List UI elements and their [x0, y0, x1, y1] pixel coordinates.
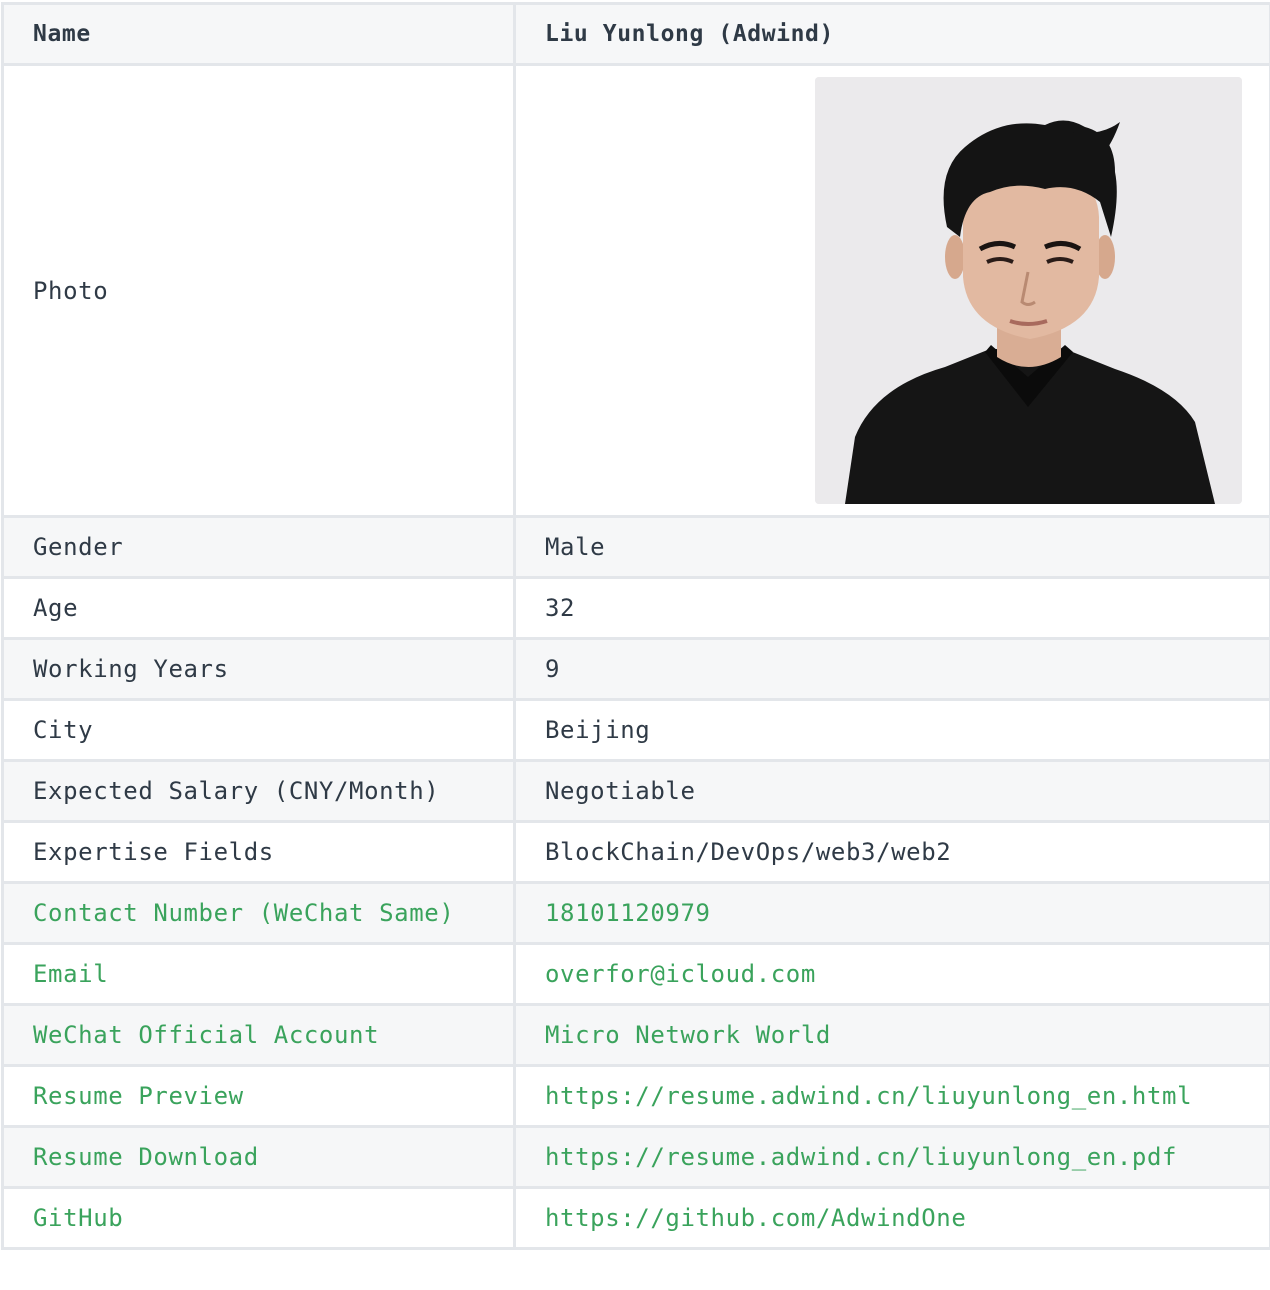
resume-download-label[interactable]: Resume Download	[1, 1125, 516, 1189]
row-label: Gender	[1, 515, 516, 579]
row-label: Expertise Fields	[1, 820, 516, 884]
row-value: BlockChain/DevOps/web3/web2	[513, 820, 1270, 884]
resume-download-link[interactable]: https://resume.adwind.cn/liuyunlong_en.p…	[513, 1125, 1270, 1189]
row-label: Age	[1, 576, 516, 640]
row-value: Beijing	[513, 698, 1270, 762]
table-row: City Beijing	[1, 698, 1270, 762]
table-row: Expected Salary (CNY/Month) Negotiable	[1, 759, 1270, 823]
email-label[interactable]: Email	[1, 942, 516, 1006]
table-row[interactable]: Email overfor@icloud.com	[1, 942, 1270, 1006]
resume-preview-link[interactable]: https://resume.adwind.cn/liuyunlong_en.h…	[513, 1064, 1270, 1128]
wechat-account-link[interactable]: Micro Network World	[513, 1003, 1270, 1067]
photo-row: Photo	[1, 63, 1270, 518]
row-value: Male	[513, 515, 1270, 579]
row-label: City	[1, 698, 516, 762]
resume-preview-label[interactable]: Resume Preview	[1, 1064, 516, 1128]
header-row: Name Liu Yunlong (Adwind)	[1, 2, 1270, 66]
row-value: 32	[513, 576, 1270, 640]
table-row[interactable]: WeChat Official Account Micro Network Wo…	[1, 1003, 1270, 1067]
contact-number-link[interactable]: 18101120979	[513, 881, 1270, 945]
table-row[interactable]: GitHub https://github.com/AdwindOne	[1, 1186, 1270, 1250]
table-row: Expertise Fields BlockChain/DevOps/web3/…	[1, 820, 1270, 884]
email-link[interactable]: overfor@icloud.com	[513, 942, 1270, 1006]
github-label[interactable]: GitHub	[1, 1186, 516, 1250]
table-row: Age 32	[1, 576, 1270, 640]
table-row[interactable]: Resume Download https://resume.adwind.cn…	[1, 1125, 1270, 1189]
photo-label: Photo	[1, 63, 516, 518]
profile-photo	[815, 77, 1242, 504]
name-label: Name	[1, 2, 516, 66]
row-value: Negotiable	[513, 759, 1270, 823]
photo-cell	[513, 63, 1270, 518]
table-row[interactable]: Contact Number (WeChat Same) 18101120979	[1, 881, 1270, 945]
github-link[interactable]: https://github.com/AdwindOne	[513, 1186, 1270, 1250]
name-value: Liu Yunlong (Adwind)	[513, 2, 1270, 66]
table-row[interactable]: Resume Preview https://resume.adwind.cn/…	[1, 1064, 1270, 1128]
profile-table: Name Liu Yunlong (Adwind) Photo Gender M…	[1, 2, 1270, 1250]
contact-number-label[interactable]: Contact Number (WeChat Same)	[1, 881, 516, 945]
table-row: Working Years 9	[1, 637, 1270, 701]
table-row: Gender Male	[1, 515, 1270, 579]
row-label: Expected Salary (CNY/Month)	[1, 759, 516, 823]
row-value: 9	[513, 637, 1270, 701]
row-label: Working Years	[1, 637, 516, 701]
wechat-account-label[interactable]: WeChat Official Account	[1, 1003, 516, 1067]
